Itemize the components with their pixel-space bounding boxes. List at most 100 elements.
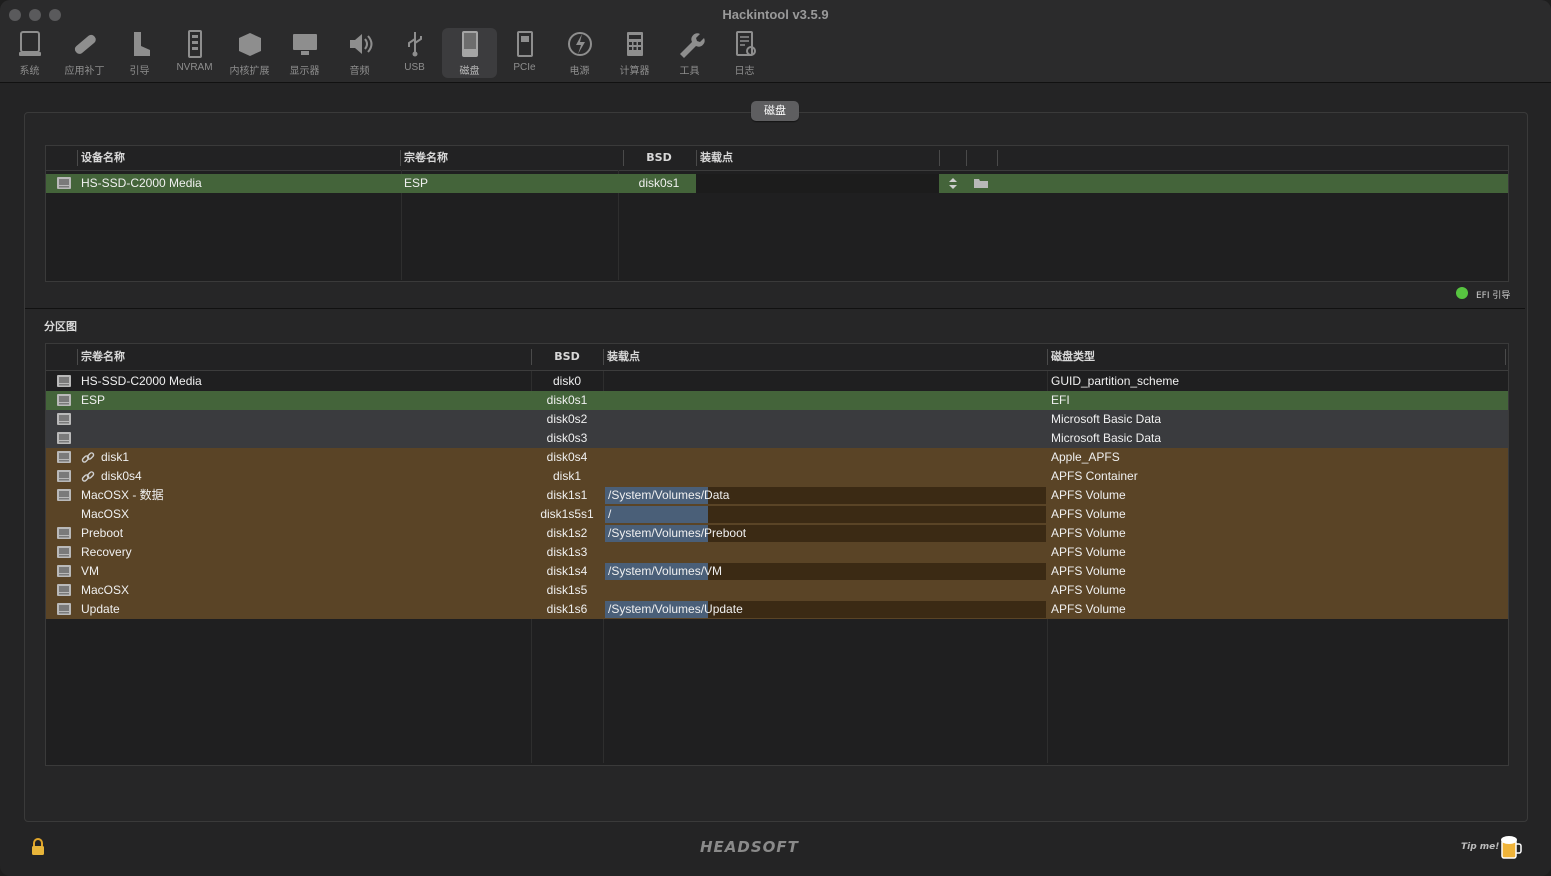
partition-row[interactable]: HS-SSD-C2000 Media disk0 GUID_partition_sc…	[46, 372, 1508, 391]
link-icon	[81, 471, 95, 482]
partition-row[interactable]: disk0s4 disk1 APFS Container	[46, 467, 1508, 486]
hard-disk-icon	[57, 584, 71, 596]
mount-point-field[interactable]	[605, 582, 1046, 599]
open-folder-icon[interactable]	[973, 177, 989, 189]
toolbar-label: 音频	[349, 66, 370, 77]
header-mount-point[interactable]: 装载点	[700, 146, 733, 170]
bsd-name: disk1s4	[546, 564, 588, 578]
toolbar-wrench-button[interactable]: 工具	[662, 28, 717, 78]
header-disk-type[interactable]: 磁盘类型	[1051, 345, 1095, 369]
toolbar-label: 显示器	[289, 66, 320, 77]
toolbar-kext-button[interactable]: 内核扩展	[222, 28, 277, 78]
toolbar-power-button[interactable]: 电源	[552, 28, 607, 78]
header-mount-point[interactable]: 装载点	[607, 345, 640, 369]
toolbar-label: 工具	[679, 66, 700, 77]
volume-name: ESP	[404, 176, 429, 190]
kext-icon	[238, 33, 261, 56]
partition-row[interactable]: Preboot disk1s2/System/Volumes/Preboot APF…	[46, 524, 1508, 543]
toolbar-label: 引导	[129, 66, 150, 77]
bsd-name: disk1	[552, 469, 581, 483]
tip-me-label[interactable]: Tip me!	[1461, 842, 1499, 852]
toolbar-usb-button[interactable]: USB	[387, 28, 442, 78]
partition-row[interactable]: disk0s2 Microsoft Basic Data	[46, 410, 1508, 429]
window-title: Hackintool v3.5.9	[722, 7, 829, 22]
mount-point-field[interactable]: /System/Volumes/Data	[605, 487, 1046, 504]
volume-name: MacOSX - 数据	[81, 488, 164, 502]
partition-row[interactable]: disk1 disk0s4 Apple_APFS	[46, 448, 1508, 467]
toolbar-display-button[interactable]: 显示器	[277, 28, 332, 78]
header-volume-name[interactable]: 宗卷名称	[404, 146, 448, 170]
headsoft-logo[interactable]: HEADSOFT	[700, 838, 799, 856]
mount-point-text: /System/Volumes/VM	[608, 564, 723, 578]
hard-disk-icon	[57, 432, 71, 444]
bsd-name: disk1s5s1	[540, 507, 594, 521]
toolbar-log-button[interactable]: 日志	[717, 28, 772, 78]
partition-map-title: 分区图	[44, 320, 77, 333]
boot-icon	[133, 32, 150, 56]
mount-unmount-stepper-icon[interactable]	[948, 177, 958, 190]
toolbar-label: PCIe	[513, 62, 536, 73]
partition-row[interactable]: MacOSX disk1s5 APFS Volume	[46, 581, 1508, 600]
mount-point-field[interactable]	[605, 449, 1046, 466]
disk-type: GUID_partition_scheme	[1051, 374, 1180, 388]
toolbar-label: 系统	[19, 66, 40, 77]
volume-name: HS-SSD-C2000 Media	[81, 374, 202, 388]
partition-row[interactable]: VM disk1s4/System/Volumes/VM APFS Volume	[46, 562, 1508, 581]
partition-row[interactable]: Recovery disk1s3 APFS Volume	[46, 543, 1508, 562]
partition-row[interactable]: MacOSX - 数据 disk1s1/System/Volumes/Data AP…	[46, 486, 1508, 505]
disk-row[interactable]: HS-SSD-C2000 Media ESP disk0s1	[46, 174, 1508, 193]
header-bsd[interactable]: BSD	[532, 345, 602, 369]
title-bar: Hackintool v3.5.9 系统 应用补丁 引导 NVRAM 内核扩展 显示器 音频…	[0, 0, 1551, 83]
mount-point-field[interactable]	[605, 544, 1046, 561]
partition-row[interactable]: Update disk1s6/System/Volumes/Update APFS …	[46, 600, 1508, 619]
mount-point-field[interactable]: /System/Volumes/Update	[605, 601, 1046, 618]
mount-point-field[interactable]: /	[605, 506, 1046, 523]
mount-point-field[interactable]	[696, 174, 939, 193]
partition-row[interactable]: disk0s3 Microsoft Basic Data	[46, 429, 1508, 448]
hard-disk-icon	[57, 527, 71, 539]
lock-icon[interactable]	[30, 838, 46, 856]
header-device-name[interactable]: 设备名称	[81, 146, 125, 170]
toolbar-nvram-button[interactable]: NVRAM	[167, 28, 222, 78]
mount-point-text: /	[608, 507, 612, 521]
toolbar-disk-button[interactable]: 磁盘	[442, 28, 497, 78]
toolbar-bandage-button[interactable]: 应用补丁	[57, 28, 112, 78]
mount-point-field[interactable]: /System/Volumes/Preboot	[605, 525, 1046, 542]
disk-type: EFI	[1051, 393, 1070, 407]
tab-disk[interactable]: 磁盘	[751, 101, 799, 121]
header-volume-name[interactable]: 宗卷名称	[81, 345, 125, 369]
bsd-name: disk0s4	[546, 450, 588, 464]
app-window: Hackintool v3.5.9 系统 应用补丁 引导 NVRAM 内核扩展 显示器 音频…	[0, 0, 1551, 876]
disk-type: APFS Container	[1051, 469, 1138, 483]
toolbar-computer-button[interactable]: 系统	[2, 28, 57, 78]
efi-boot-legend: EFI 引导	[1476, 291, 1511, 301]
bsd-name: disk1s1	[546, 488, 588, 502]
volume-name: Preboot	[81, 526, 124, 540]
toolbar-boot-button[interactable]: 引导	[112, 28, 167, 78]
toolbar-label: 日志	[734, 66, 755, 77]
bsd-name: disk1s3	[546, 545, 588, 559]
power-icon	[567, 32, 592, 56]
beer-mug-icon[interactable]	[1499, 834, 1523, 860]
bsd-name: disk1s2	[546, 526, 588, 540]
hard-disk-icon	[57, 394, 71, 406]
header-bsd[interactable]: BSD	[624, 146, 694, 170]
toolbar-label: 计算器	[619, 66, 650, 77]
mount-point-field[interactable]	[605, 468, 1046, 485]
partition-row[interactable]: ESP disk0s1 EFI	[46, 391, 1508, 410]
partition-row[interactable]: MacOSX disk1s5s1 / APFS Volume	[46, 505, 1508, 524]
volume-name: Update	[81, 602, 120, 616]
toolbar-label: 应用补丁	[64, 66, 105, 77]
computer-icon	[18, 31, 41, 56]
bsd-name: disk1s5	[546, 583, 588, 597]
partition-name-cell: disk0s4	[81, 467, 521, 486]
mount-point-field[interactable]: /System/Volumes/VM	[605, 563, 1046, 580]
disk-type: APFS Volume	[1051, 602, 1126, 616]
toolbar-calculator-button[interactable]: 计算器	[607, 28, 662, 78]
bsd-name: disk1s6	[546, 602, 588, 616]
bsd-name: disk0s1	[546, 393, 588, 407]
disk-type: APFS Volume	[1051, 583, 1126, 597]
toolbar-speaker-button[interactable]: 音频	[332, 28, 387, 78]
toolbar-label: USB	[404, 62, 425, 73]
toolbar-pcie-button[interactable]: PCIe	[497, 28, 552, 78]
